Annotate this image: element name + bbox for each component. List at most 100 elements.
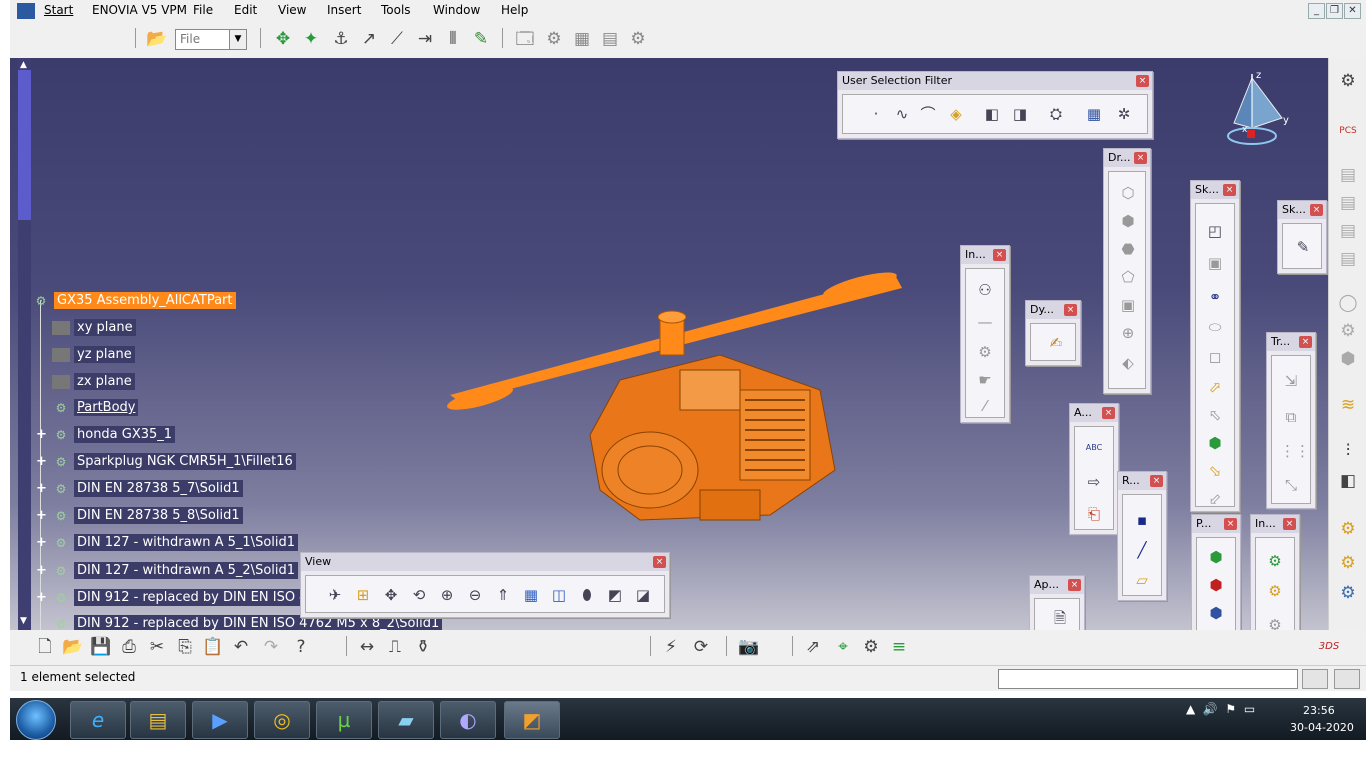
chart-icon[interactable]: ⫶ (1337, 440, 1359, 462)
slash-icon[interactable]: ⁄ (974, 395, 996, 417)
tree-item-din-127-2[interactable]: + ⚙ DIN 127 - withdrawn A 5_2\Solid1 (36, 561, 299, 581)
shell-icon[interactable]: ⬁ (1204, 404, 1226, 426)
restore-button[interactable]: ❐ (1326, 3, 1343, 19)
expand-icon[interactable]: + (36, 425, 47, 445)
normal-view-icon[interactable]: ⇑ (492, 584, 514, 606)
sweep-icon[interactable]: ⬀ (1204, 376, 1226, 398)
close-icon[interactable]: × (1064, 304, 1077, 316)
assembly-icon-3[interactable]: ⚙ (1337, 582, 1359, 604)
binocular-icon[interactable]: ⚭ (1204, 286, 1226, 308)
tree-item-zx-plane[interactable]: zx plane (52, 372, 135, 392)
catalog-icon[interactable]: ▦ (571, 28, 593, 50)
quick-select-icon[interactable]: ✲ (1113, 103, 1135, 125)
fly-mode-icon[interactable]: ✈ (324, 584, 346, 606)
gear-group-icon[interactable]: ⚙ (627, 28, 649, 50)
scrollbar-thumb[interactable] (18, 70, 31, 220)
3d-compass[interactable]: z y x (1222, 68, 1292, 153)
annotation-plane-icon[interactable]: ⎗ (1083, 503, 1105, 525)
text-with-leader-icon[interactable]: ABC (1083, 437, 1105, 459)
map-icon[interactable]: ⌖ (832, 636, 854, 658)
hide-show-icon[interactable]: ◩ (604, 584, 626, 606)
zoom-out-icon[interactable]: ⊖ (464, 584, 486, 606)
shading-icon[interactable]: ⬮ (576, 584, 598, 606)
grid-filter-icon[interactable]: ▦ (1083, 103, 1105, 125)
tree-item-din-28738-7[interactable]: + ⚙ DIN EN 28738 5_7\Solid1 (36, 479, 243, 499)
close-icon[interactable]: × (1102, 407, 1115, 419)
close-icon[interactable]: × (1299, 336, 1312, 348)
tree-root[interactable]: ⚙ GX35 Assembly_AllCATPart (32, 291, 236, 311)
print-icon[interactable]: ⎙ (118, 636, 140, 658)
pattern-icon[interactable]: ⋮⋮ (1280, 440, 1310, 462)
scene-icon[interactable]: ⚙ (860, 636, 882, 658)
tree-item-yz-plane[interactable]: yz plane (52, 345, 135, 365)
engine-model[interactable] (440, 270, 910, 530)
annotation-panel[interactable]: A... × ABC ⇨ ⎗ (1069, 403, 1119, 535)
tree-item-honda[interactable]: + ⚙ honda GX35_1 (36, 425, 176, 445)
expand-icon[interactable]: + (36, 479, 47, 499)
measure-between-icon[interactable]: ↔ (356, 636, 378, 658)
new-icon[interactable]: 🗋 (34, 636, 56, 658)
point-filter-icon[interactable]: · (865, 103, 887, 125)
command-input[interactable] (998, 669, 1298, 689)
curve-filter-icon[interactable]: ∿ (891, 103, 913, 125)
tree-item-sparkplug[interactable]: + ⚙ Sparkplug NGK CMR5H_1\Fillet16 (36, 452, 296, 472)
whats-this-icon[interactable]: ? (290, 636, 312, 658)
menu-enovia[interactable]: ENOVIA V5 VPM (92, 3, 187, 17)
plane-icon[interactable]: ▱ (1131, 569, 1153, 591)
taskbar-utorrent[interactable]: µ (316, 701, 372, 739)
line-icon[interactable]: ╱ (1131, 539, 1153, 561)
shaft-icon[interactable]: ⬣ (1117, 238, 1139, 260)
pan-icon[interactable]: ✥ (272, 28, 294, 50)
dynamic-panel[interactable]: Dy... × ✍ (1025, 300, 1081, 366)
translate-icon[interactable]: ⇲ (1280, 370, 1302, 392)
apply-material-icon[interactable]: 🗎 (1049, 607, 1071, 629)
sphere-icon[interactable]: ◯ (1337, 292, 1359, 314)
table-icon[interactable]: ▤ (599, 28, 621, 50)
menu-insert[interactable]: Insert (327, 3, 361, 17)
mirror-icon[interactable]: ⧉ (1280, 406, 1302, 428)
assembly-icon-2[interactable]: ⚙ (1337, 552, 1359, 574)
product-green-icon[interactable]: ⬢ (1205, 546, 1227, 568)
close-icon[interactable]: × (1150, 475, 1163, 487)
doc-icon-2[interactable]: ▤ (1337, 192, 1359, 214)
cube-icon[interactable]: ⬢ (1337, 348, 1359, 370)
mesh-icon[interactable]: ⚙ (1337, 320, 1359, 342)
volume-filter-icon[interactable]: ◈ (945, 103, 967, 125)
close-button[interactable]: ✕ (1344, 3, 1361, 19)
cut-icon[interactable]: ✂ (146, 636, 168, 658)
reference-panel[interactable]: R... × ▪ ╱ ▱ (1117, 471, 1167, 601)
file-select[interactable]: File ▼ (175, 29, 247, 50)
insert-component-panel[interactable]: In... × ⚙ ⚙ ⚙ (1250, 514, 1300, 646)
menu-file[interactable]: File (193, 3, 213, 17)
open-icon[interactable]: 📂 (62, 636, 84, 658)
fit-all-icon[interactable]: ⊞ (352, 584, 374, 606)
menu-window[interactable]: Window (433, 3, 480, 17)
snap-icon[interactable]: ⚓ (330, 28, 352, 50)
rib-icon[interactable]: ⬖ (1117, 352, 1139, 374)
align-icon[interactable]: ⫴ (442, 28, 464, 50)
product-blue-icon[interactable]: ⬢ (1205, 602, 1227, 624)
expand-icon[interactable]: + (36, 588, 47, 608)
tree-item-xy-plane[interactable]: xy plane (52, 318, 136, 338)
cylinder-icon[interactable]: ⬭ (1204, 316, 1226, 338)
insert-panel[interactable]: In... × ⚇ — ⚙ ☛ ⁄ (960, 245, 1010, 423)
sketch-based-panel[interactable]: Sk... × ◰ ▣ ⚭ ⬭ ◻ ⬀ ⬁ ⬢ ⬂ ⬃ (1190, 180, 1240, 512)
layers-icon[interactable]: ≋ (1337, 394, 1359, 416)
zoom-in-icon[interactable]: ⊕ (436, 584, 458, 606)
copy-icon[interactable]: ⎘ (174, 636, 196, 658)
undo-icon[interactable]: ↶ (230, 636, 252, 658)
close-icon[interactable]: × (1068, 579, 1081, 591)
scroll-up-icon[interactable]: ▲ (20, 60, 27, 70)
measure-item-icon[interactable]: ⎍ (384, 636, 406, 658)
tree-item-din-127-1[interactable]: + ⚙ DIN 127 - withdrawn A 5_1\Solid1 (36, 533, 299, 553)
settings-icon[interactable]: ⚙ (1337, 70, 1359, 92)
graph-tree-icon[interactable]: ⇗ (802, 636, 824, 658)
taskbar-notes[interactable]: ▰ (378, 701, 434, 739)
compass-move-icon[interactable]: ✦ (300, 28, 322, 50)
new-component-icon[interactable]: ⚙ (1264, 550, 1286, 572)
multi-view-icon[interactable]: ▦ (520, 584, 542, 606)
taskbar-ie[interactable]: e (70, 701, 126, 739)
tool-filter-icon[interactable]: ⛭ (1045, 103, 1067, 125)
surface-filter-icon[interactable]: ⌒ (917, 103, 939, 125)
geometry-filter-icon[interactable]: ◨ (1009, 103, 1031, 125)
